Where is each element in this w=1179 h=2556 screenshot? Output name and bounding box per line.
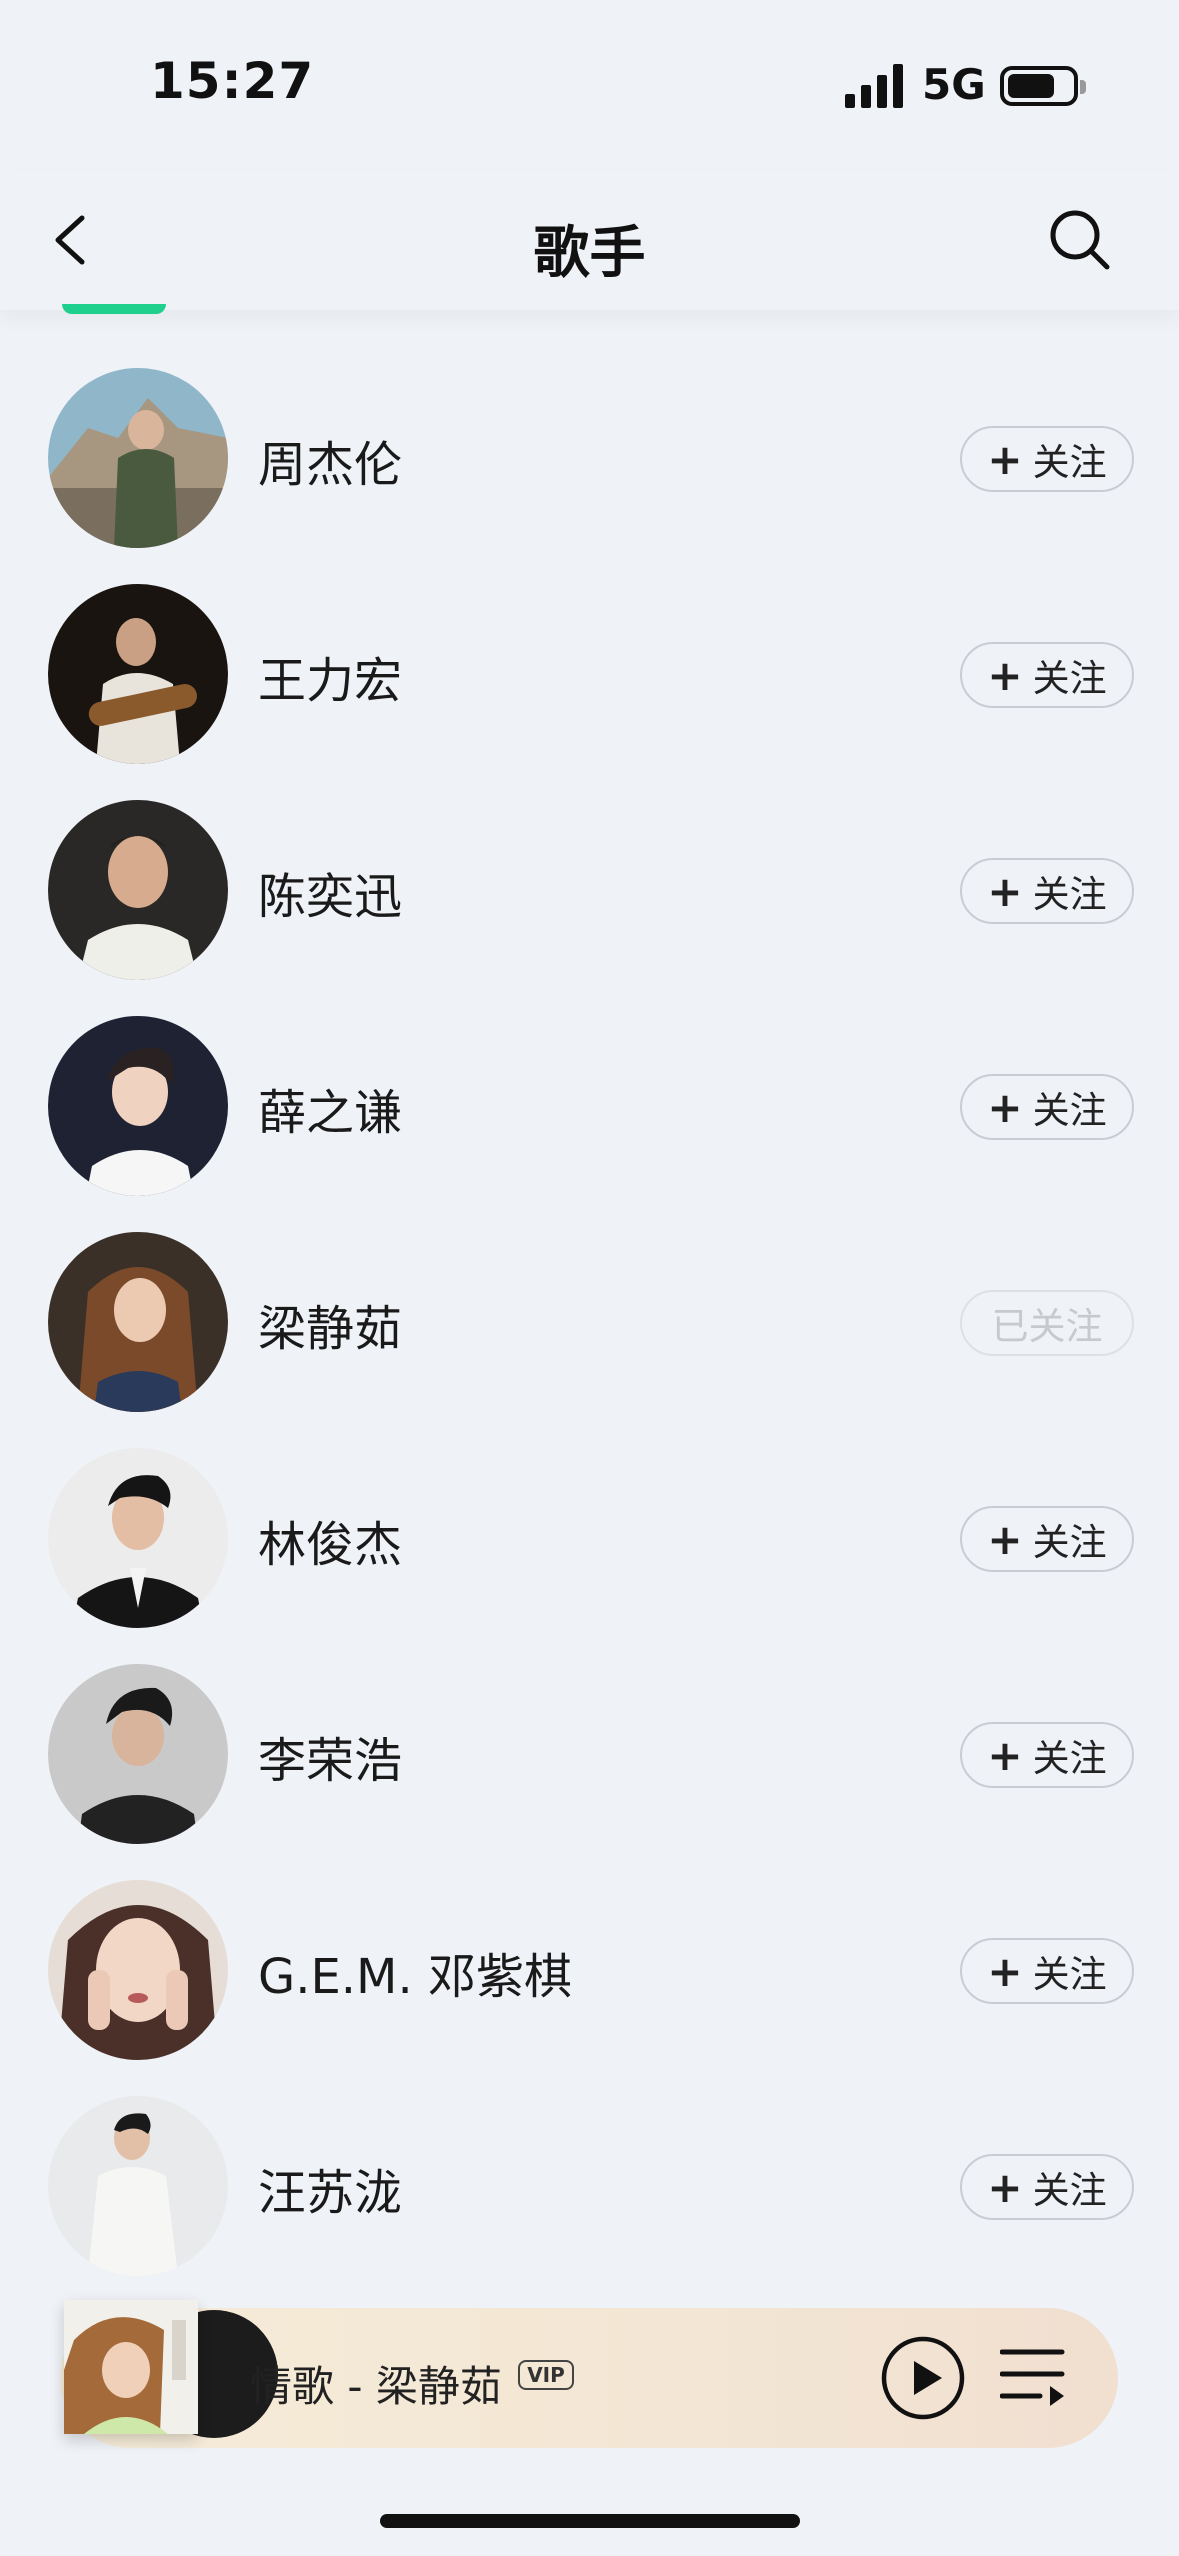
follow-button[interactable]: + 关注 [960, 1506, 1134, 1572]
artist-name: 薛之谦 [258, 1085, 403, 1141]
follow-label: 关注 [1032, 1953, 1107, 1996]
nav-header: 歌手 [0, 170, 1179, 314]
artist-avatar[interactable] [48, 584, 228, 764]
followed-button[interactable]: 已关注 [960, 1290, 1134, 1356]
follow-button[interactable]: + 关注 [960, 426, 1134, 492]
plus-icon: + [987, 1946, 1023, 1996]
follow-button[interactable]: + 关注 [960, 858, 1134, 924]
follow-button[interactable]: + 关注 [960, 2154, 1134, 2220]
artist-name: 梁静茹 [258, 1301, 403, 1357]
artist-avatar[interactable] [48, 1016, 228, 1196]
play-icon[interactable] [880, 2335, 966, 2421]
plus-icon: + [987, 434, 1023, 484]
status-time: 15:27 [150, 52, 315, 110]
artist-row[interactable]: 陈奕迅 + 关注 [0, 782, 1179, 998]
mini-player[interactable]: 情歌 - 梁静茹 VIP [60, 2300, 1118, 2448]
artist-avatar[interactable] [48, 368, 228, 548]
plus-icon: + [987, 1514, 1023, 1564]
follow-label: 关注 [1032, 1089, 1107, 1132]
artist-row[interactable]: G.E.M. 邓紫棋 + 关注 [0, 1862, 1179, 2078]
artist-avatar[interactable] [48, 1880, 228, 2060]
plus-icon: + [987, 866, 1023, 916]
now-playing-title: 情歌 - 梁静茹 [250, 2362, 502, 2411]
plus-icon: + [987, 2162, 1023, 2212]
artist-row[interactable]: 李荣浩 + 关注 [0, 1646, 1179, 1862]
artist-avatar[interactable] [48, 800, 228, 980]
follow-label: 关注 [1032, 441, 1107, 484]
artist-row[interactable]: 王力宏 + 关注 [0, 566, 1179, 782]
network-type: 5G [922, 60, 986, 109]
plus-icon: + [987, 1730, 1023, 1780]
follow-label: 关注 [1032, 1737, 1107, 1780]
artist-name: 林俊杰 [258, 1517, 403, 1573]
artist-row[interactable]: 周杰伦 + 关注 [0, 350, 1179, 566]
plus-icon: + [987, 650, 1023, 700]
follow-button[interactable]: + 关注 [960, 1938, 1134, 2004]
artist-name: 周杰伦 [258, 437, 403, 493]
follow-label: 关注 [1032, 873, 1107, 916]
follow-label: 关注 [1032, 657, 1107, 700]
battery-icon [1000, 66, 1086, 106]
follow-label: 关注 [1032, 2169, 1107, 2212]
artist-avatar[interactable] [48, 1448, 228, 1628]
artist-name: G.E.M. 邓紫棋 [258, 1949, 572, 2005]
plus-icon: + [987, 1082, 1023, 1132]
artist-row[interactable]: 汪苏泷 + 关注 [0, 2078, 1179, 2294]
vip-badge: VIP [518, 2360, 574, 2390]
artist-row[interactable]: 林俊杰 + 关注 [0, 1430, 1179, 1646]
tab-indicator [62, 304, 166, 314]
artist-name: 汪苏泷 [258, 2165, 403, 2221]
artist-avatar[interactable] [48, 1664, 228, 1844]
artist-name: 王力宏 [258, 653, 403, 709]
artist-name: 陈奕迅 [258, 869, 403, 925]
follow-label: 关注 [1032, 1521, 1107, 1564]
follow-button[interactable]: + 关注 [960, 1722, 1134, 1788]
follow-label: 已关注 [991, 1305, 1103, 1348]
artist-avatar[interactable] [48, 1232, 228, 1412]
playlist-icon[interactable] [1000, 2346, 1066, 2408]
album-cover[interactable] [64, 2300, 198, 2434]
search-icon[interactable] [1045, 205, 1115, 275]
signal-icon [845, 64, 903, 108]
page-title: 歌手 [533, 221, 646, 286]
follow-button[interactable]: + 关注 [960, 642, 1134, 708]
artist-row[interactable]: 薛之谦 + 关注 [0, 998, 1179, 1214]
follow-button[interactable]: + 关注 [960, 1074, 1134, 1140]
artist-row[interactable]: 梁静茹 已关注 [0, 1214, 1179, 1430]
artist-name: 李荣浩 [258, 1733, 403, 1789]
artist-avatar[interactable] [48, 2096, 228, 2276]
status-bar: 15:27 5G [0, 0, 1179, 170]
home-indicator[interactable] [380, 2514, 800, 2528]
